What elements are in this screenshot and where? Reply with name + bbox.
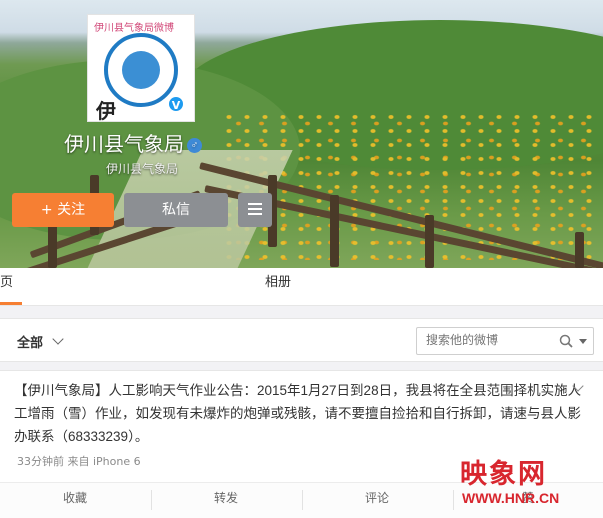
watermark-logo: 映象网 [460,459,547,490]
avatar-caption: 伊川县气象局微博 [94,23,174,34]
fence-post [48,222,57,268]
post-text: 【伊川气象局】人工影响天气作业公告：2015年1月27日到28日，我县将在全县范… [14,383,582,444]
watermark: 映象网 WWW.HNR.CN [460,452,600,514]
profile-subname: 伊川县气象局 [106,162,179,176]
watermark-url: WWW.HNR.CN [462,490,560,506]
tab-home[interactable]: 主页 [0,268,22,305]
avatar-character: 伊 [96,99,116,123]
logo-cloud-icon [122,51,160,89]
caret-down-icon[interactable] [579,339,587,344]
verified-icon: V [167,95,185,113]
menu-icon [248,203,262,218]
fence-post [330,195,339,267]
profile-name: 伊川县气象局 ♂ [64,128,202,157]
search-icon[interactable] [559,334,573,348]
repost-button[interactable]: 转发 [151,483,301,518]
avatar[interactable]: 伊川县气象局微博 伊 V [87,14,195,123]
tab-album[interactable]: 相册 [265,268,291,305]
filter-all-dropdown[interactable]: 全部 [17,332,43,351]
fence-post [575,232,584,268]
comment-button[interactable]: 评论 [302,483,452,518]
follow-button[interactable]: + 关注 [12,193,114,227]
post-meta: 33分钟前 来自 iPhone 6 [17,455,141,468]
male-icon: ♂ [187,138,202,154]
search-input[interactable] [426,333,546,347]
favorite-button[interactable]: 收藏 [0,483,150,518]
fence-post [425,215,434,268]
tab-home-label: 主页 [0,275,14,290]
search-box[interactable] [416,327,594,355]
chevron-down-icon[interactable] [52,333,64,345]
profile-tabs: 主页 相册 [0,268,603,306]
message-button[interactable]: 私信 [124,193,228,227]
feed-filter-bar: 全部 [0,318,603,362]
profile-name-text: 伊川县气象局 [64,134,184,156]
more-menu-button[interactable] [238,193,272,227]
